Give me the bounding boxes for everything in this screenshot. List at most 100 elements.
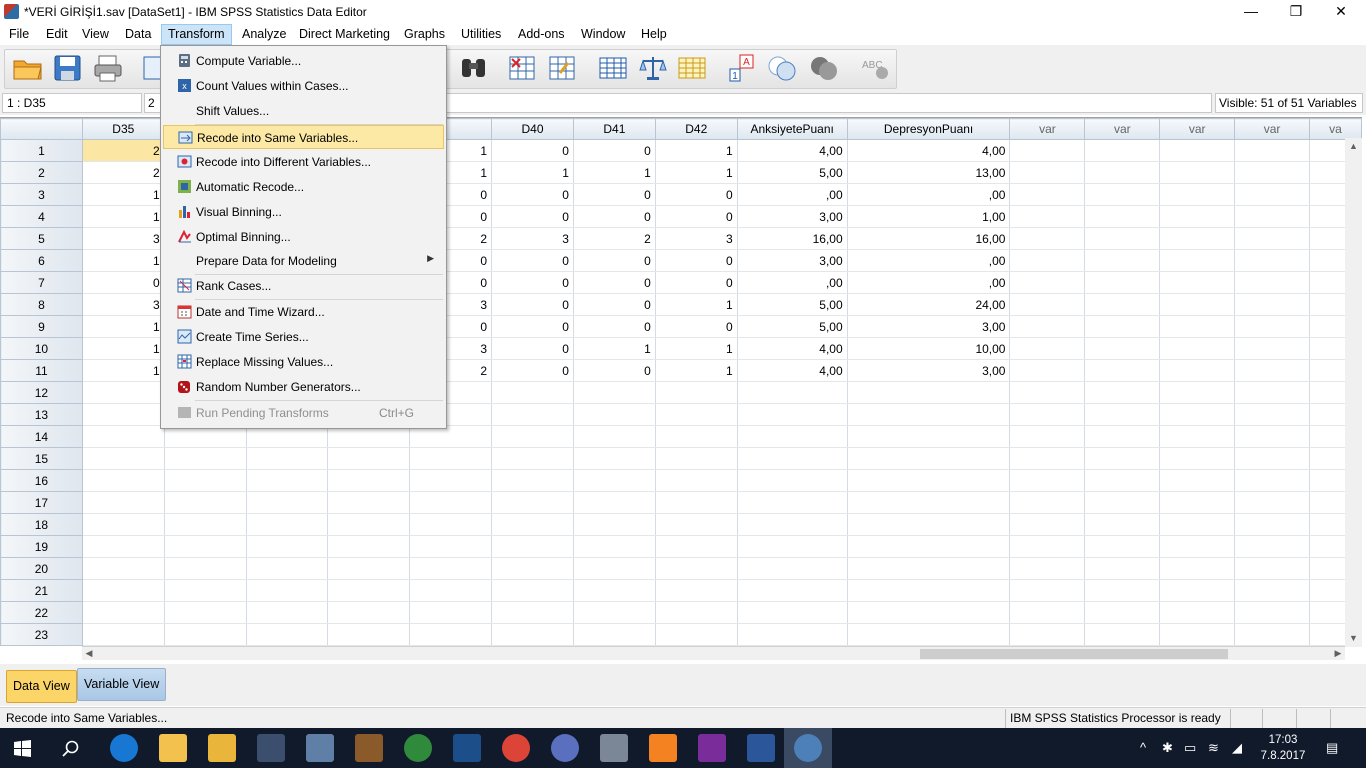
data-cell[interactable]	[1009, 447, 1086, 470]
data-cell[interactable]	[82, 491, 165, 514]
data-cell[interactable]: ,00	[847, 271, 1011, 294]
menu-item-replace-missing[interactable]: Replace Missing Values...	[163, 350, 444, 374]
data-cell[interactable]	[1234, 381, 1310, 404]
data-cell[interactable]: 5,00	[737, 315, 848, 338]
row-number[interactable]: 4	[0, 205, 83, 228]
data-cell[interactable]	[1234, 183, 1310, 206]
data-cell[interactable]	[1009, 205, 1086, 228]
data-cell[interactable]	[246, 513, 329, 536]
data-cell[interactable]	[1084, 139, 1161, 162]
data-cell[interactable]	[1009, 557, 1086, 580]
data-cell[interactable]	[327, 579, 411, 602]
menu-addons[interactable]: Add-ons	[512, 24, 571, 45]
menu-help[interactable]: Help	[635, 24, 673, 45]
data-cell[interactable]	[573, 403, 656, 426]
data-cell[interactable]	[1084, 227, 1161, 250]
data-cell[interactable]	[491, 469, 574, 492]
app-hexagon-icon[interactable]	[551, 734, 579, 762]
data-cell[interactable]: 0	[491, 293, 574, 316]
weight-cases-icon[interactable]	[637, 53, 669, 83]
row-number[interactable]: 20	[0, 557, 83, 580]
data-cell[interactable]	[246, 447, 329, 470]
data-cell[interactable]	[737, 469, 848, 492]
data-cell[interactable]	[655, 403, 738, 426]
data-cell[interactable]	[164, 579, 247, 602]
data-cell[interactable]	[1234, 403, 1310, 426]
data-cell[interactable]	[655, 469, 738, 492]
data-cell[interactable]	[655, 447, 738, 470]
data-cell[interactable]	[1084, 337, 1161, 360]
insert-cases-icon[interactable]	[506, 53, 538, 83]
data-cell[interactable]	[1084, 205, 1161, 228]
data-cell[interactable]	[847, 403, 1011, 426]
data-cell[interactable]	[573, 535, 656, 558]
data-cell[interactable]	[737, 403, 848, 426]
data-cell[interactable]: 2	[573, 227, 656, 250]
data-cell[interactable]	[164, 601, 247, 624]
data-cell[interactable]	[1234, 249, 1310, 272]
data-cell[interactable]: 16,00	[847, 227, 1011, 250]
data-cell[interactable]	[1084, 535, 1161, 558]
data-cell[interactable]	[491, 403, 574, 426]
onenote-icon[interactable]	[698, 734, 726, 762]
data-cell[interactable]	[1084, 183, 1161, 206]
data-cell[interactable]	[1159, 315, 1236, 338]
data-cell[interactable]: 1	[573, 161, 656, 184]
data-cell[interactable]	[1009, 293, 1086, 316]
data-cell[interactable]	[1234, 337, 1310, 360]
data-cell[interactable]	[491, 513, 574, 536]
data-cell[interactable]: 3	[655, 227, 738, 250]
data-cell[interactable]: 0	[573, 293, 656, 316]
data-cell[interactable]	[737, 535, 848, 558]
data-cell[interactable]: 1	[655, 293, 738, 316]
data-cell[interactable]	[491, 557, 574, 580]
row-number[interactable]: 19	[0, 535, 83, 558]
data-cell[interactable]: ,00	[847, 249, 1011, 272]
data-cell[interactable]	[409, 557, 493, 580]
data-cell[interactable]	[1159, 601, 1236, 624]
data-cell[interactable]	[1159, 623, 1236, 646]
data-cell[interactable]	[1009, 513, 1086, 536]
word-icon[interactable]	[747, 734, 775, 762]
data-cell[interactable]	[1234, 139, 1310, 162]
data-cell[interactable]: 1	[82, 359, 165, 382]
menu-item-create-time-series[interactable]: Create Time Series...	[163, 325, 444, 349]
column-header[interactable]: var	[1009, 118, 1086, 140]
data-cell[interactable]	[1234, 469, 1310, 492]
insert-variable-icon[interactable]	[546, 53, 578, 83]
data-cell[interactable]: 0	[491, 183, 574, 206]
tray-wifi-icon[interactable]: ≋	[1208, 740, 1219, 756]
data-cell[interactable]	[655, 535, 738, 558]
data-cell[interactable]	[655, 601, 738, 624]
data-cell[interactable]	[737, 491, 848, 514]
minimize-button[interactable]: —	[1228, 0, 1274, 23]
data-cell[interactable]	[573, 425, 656, 448]
row-number[interactable]: 16	[0, 469, 83, 492]
data-cell[interactable]	[1159, 491, 1236, 514]
data-cell[interactable]: 1	[82, 337, 165, 360]
data-cell[interactable]	[327, 601, 411, 624]
data-cell[interactable]	[573, 447, 656, 470]
data-cell[interactable]	[327, 469, 411, 492]
data-cell[interactable]	[327, 491, 411, 514]
data-cell[interactable]	[1009, 381, 1086, 404]
tray-network-icon[interactable]: ✱	[1162, 740, 1173, 756]
menu-item-random-number-generators[interactable]: Random Number Generators...	[163, 375, 444, 399]
tools-app-icon[interactable]	[600, 734, 628, 762]
data-cell[interactable]: 4,00	[737, 359, 848, 382]
data-cell[interactable]	[1159, 469, 1236, 492]
data-cell[interactable]	[847, 579, 1011, 602]
vertical-scrollbar[interactable]: ▲ ▼	[1345, 138, 1362, 647]
data-cell[interactable]	[737, 425, 848, 448]
data-cell[interactable]	[491, 579, 574, 602]
data-cell[interactable]	[1159, 205, 1236, 228]
menu-item-automatic-recode[interactable]: Automatic Recode...	[163, 175, 444, 199]
show-all-variables-icon[interactable]	[808, 53, 840, 83]
data-cell[interactable]	[409, 491, 493, 514]
use-variable-sets-icon[interactable]	[766, 53, 798, 83]
row-number[interactable]: 22	[0, 601, 83, 624]
data-cell[interactable]	[1084, 425, 1161, 448]
data-cell[interactable]	[1009, 139, 1086, 162]
menu-transform[interactable]: Transform	[161, 24, 232, 45]
data-cell[interactable]	[491, 601, 574, 624]
